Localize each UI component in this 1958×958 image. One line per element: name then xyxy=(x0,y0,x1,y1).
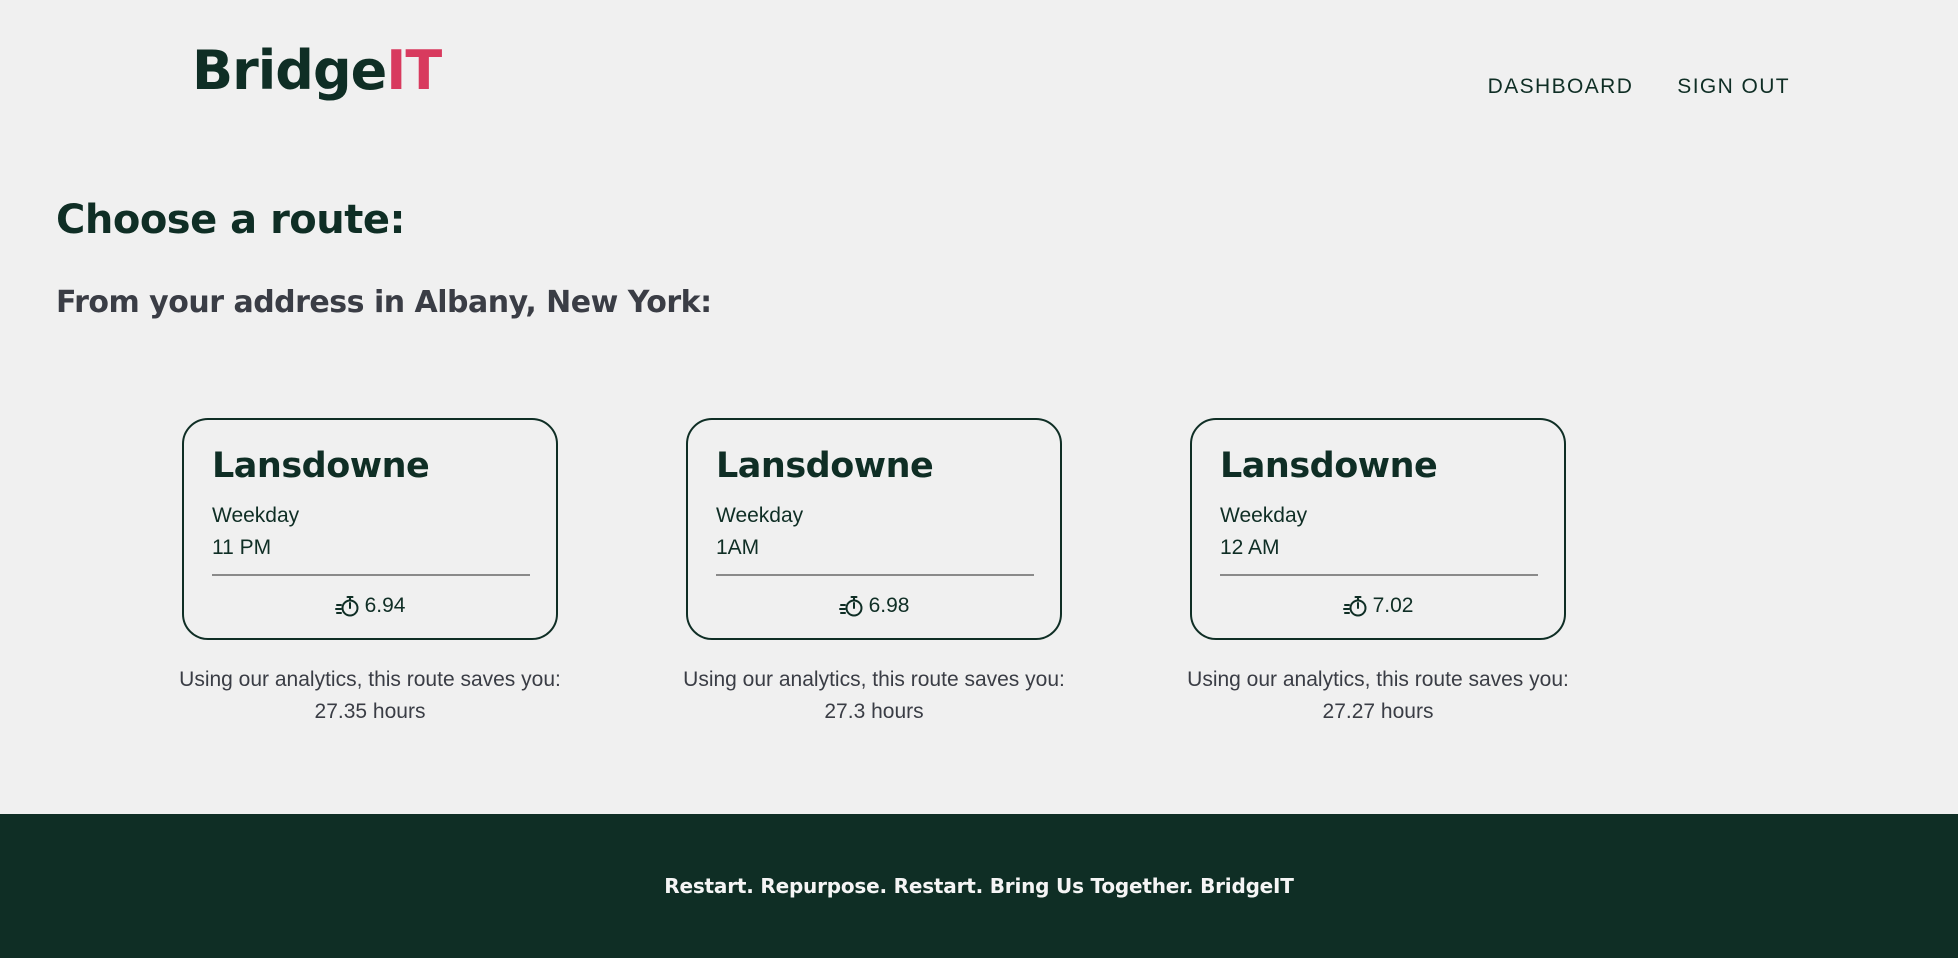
route-item: Lansdowne Weekday 1AM 6.98 Using our ana… xyxy=(674,418,1074,728)
route-savings-value: 27.27 hours xyxy=(1322,700,1434,723)
card-divider xyxy=(716,574,1034,576)
route-name: Lansdowne xyxy=(1220,446,1438,486)
page-subtitle: From your address in Albany, New York: xyxy=(56,285,712,320)
footer-tagline: Restart. Repurpose. Restart. Bring Us To… xyxy=(664,874,1294,898)
card-divider xyxy=(212,574,530,576)
route-day: Weekday xyxy=(1220,504,1308,527)
card-divider xyxy=(1220,574,1538,576)
route-name: Lansdowne xyxy=(716,446,934,486)
route-name: Lansdowne xyxy=(212,446,430,486)
route-savings-text: Using our analytics, this route saves yo… xyxy=(1187,668,1569,691)
timer-icon xyxy=(1342,593,1369,619)
route-card[interactable]: Lansdowne Weekday 1AM 6.98 xyxy=(686,418,1062,640)
route-duration-value: 6.98 xyxy=(868,594,910,617)
logo-main: Bridge xyxy=(192,39,387,102)
route-card[interactable]: Lansdowne Weekday 12 AM 7.02 xyxy=(1190,418,1566,640)
logo[interactable]: BridgeIT xyxy=(192,36,442,106)
timer-icon xyxy=(334,593,361,619)
route-duration: 6.98 xyxy=(716,592,1032,620)
route-savings-text: Using our analytics, this route saves yo… xyxy=(179,668,561,691)
route-time: 1AM xyxy=(716,536,760,559)
route-savings-value: 27.3 hours xyxy=(824,700,924,723)
route-list: Lansdowne Weekday 11 PM 6.94 Using our a… xyxy=(0,418,1958,738)
route-savings: Using our analytics, this route saves yo… xyxy=(674,664,1074,728)
route-duration-value: 7.02 xyxy=(1372,594,1414,617)
timer-icon xyxy=(838,593,865,619)
route-savings: Using our analytics, this route saves yo… xyxy=(1178,664,1578,728)
route-savings-value: 27.35 hours xyxy=(314,700,426,723)
route-duration: 6.94 xyxy=(212,592,528,620)
route-day: Weekday xyxy=(212,504,300,527)
route-card[interactable]: Lansdowne Weekday 11 PM 6.94 xyxy=(182,418,558,640)
nav-sign-out-link[interactable]: SIGN OUT xyxy=(1677,72,1790,102)
route-day: Weekday xyxy=(716,504,804,527)
page-title: Choose a route: xyxy=(56,197,406,243)
top-nav: DASHBOARD SIGN OUT xyxy=(1488,72,1790,102)
route-item: Lansdowne Weekday 11 PM 6.94 Using our a… xyxy=(170,418,570,728)
page: BridgeIT DASHBOARD SIGN OUT Choose a rou… xyxy=(0,0,1958,958)
nav-dashboard-link[interactable]: DASHBOARD xyxy=(1488,72,1634,102)
route-duration: 7.02 xyxy=(1220,592,1536,620)
route-time: 12 AM xyxy=(1220,536,1280,559)
route-savings: Using our analytics, this route saves yo… xyxy=(170,664,570,728)
route-time: 11 PM xyxy=(212,536,272,559)
route-duration-value: 6.94 xyxy=(364,594,406,617)
logo-accent: IT xyxy=(386,39,442,102)
footer: Restart. Repurpose. Restart. Bring Us To… xyxy=(0,814,1958,958)
route-savings-text: Using our analytics, this route saves yo… xyxy=(683,668,1065,691)
route-item: Lansdowne Weekday 12 AM 7.02 Using our a… xyxy=(1178,418,1578,728)
